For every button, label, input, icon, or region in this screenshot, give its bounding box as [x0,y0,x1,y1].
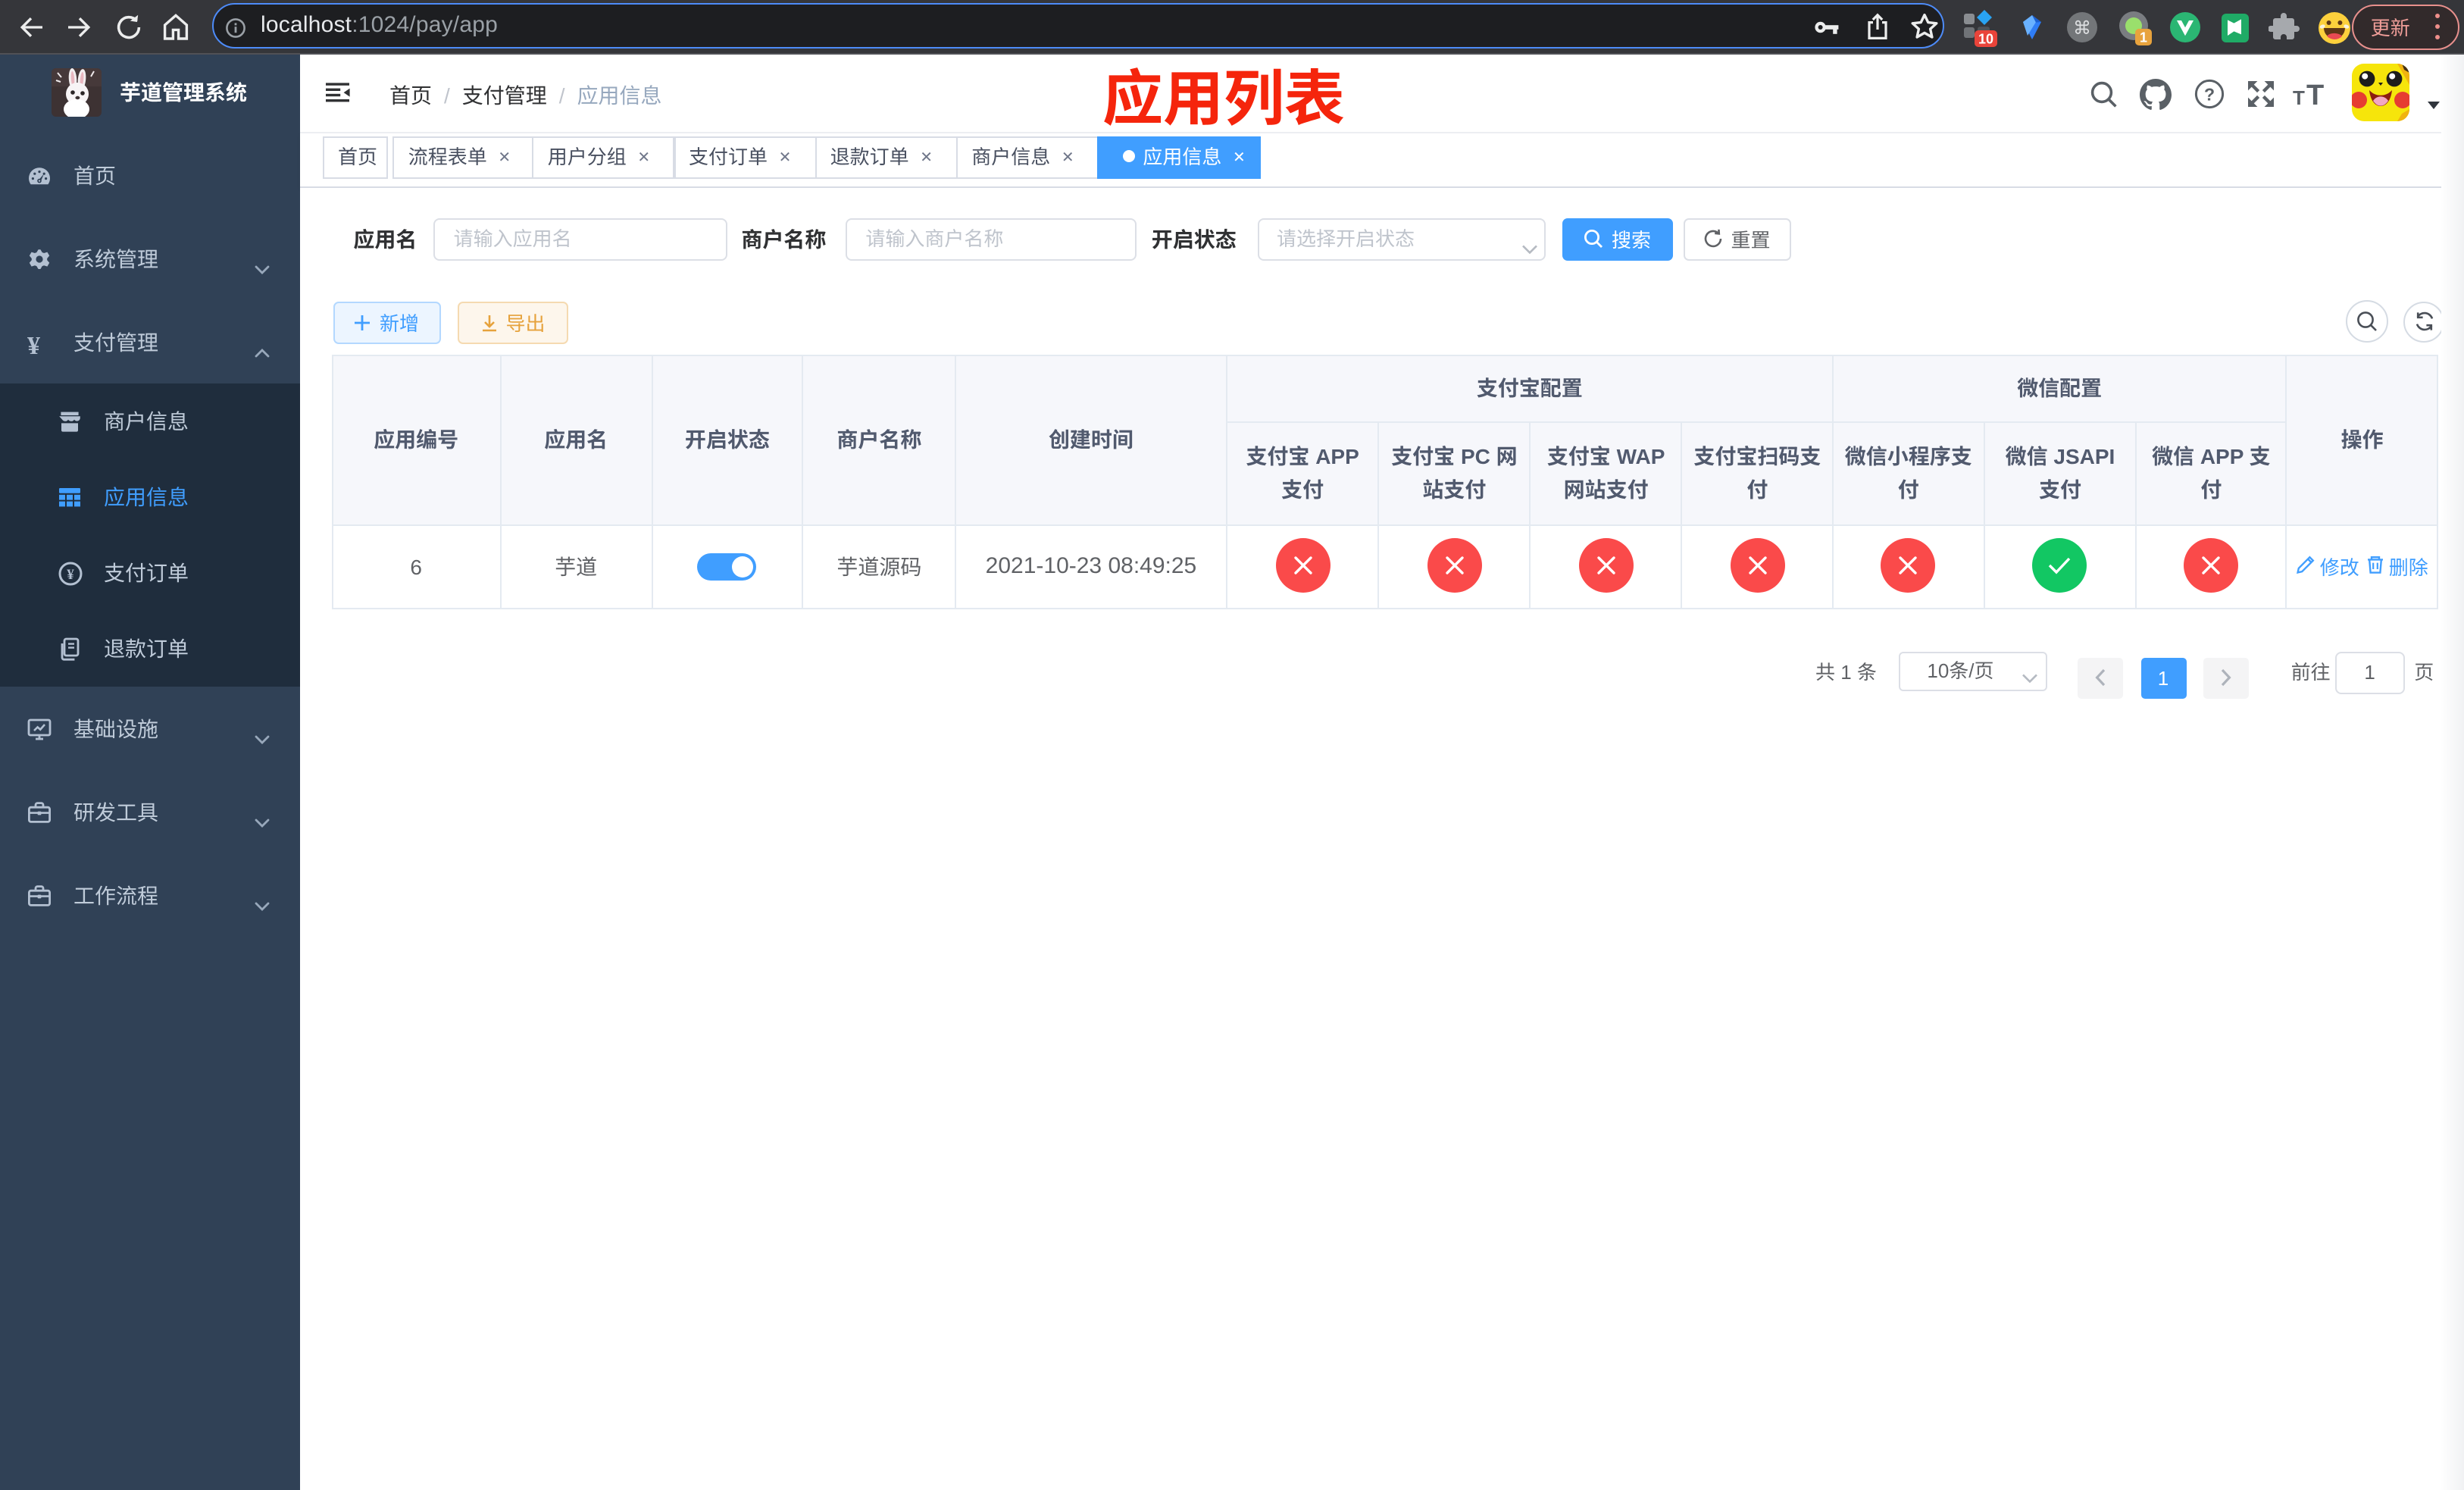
svg-text:⌘: ⌘ [2073,18,2091,39]
svg-text:10: 10 [1979,31,1994,46]
svg-text:1: 1 [2139,30,2147,45]
svg-text:¥: ¥ [67,563,74,584]
